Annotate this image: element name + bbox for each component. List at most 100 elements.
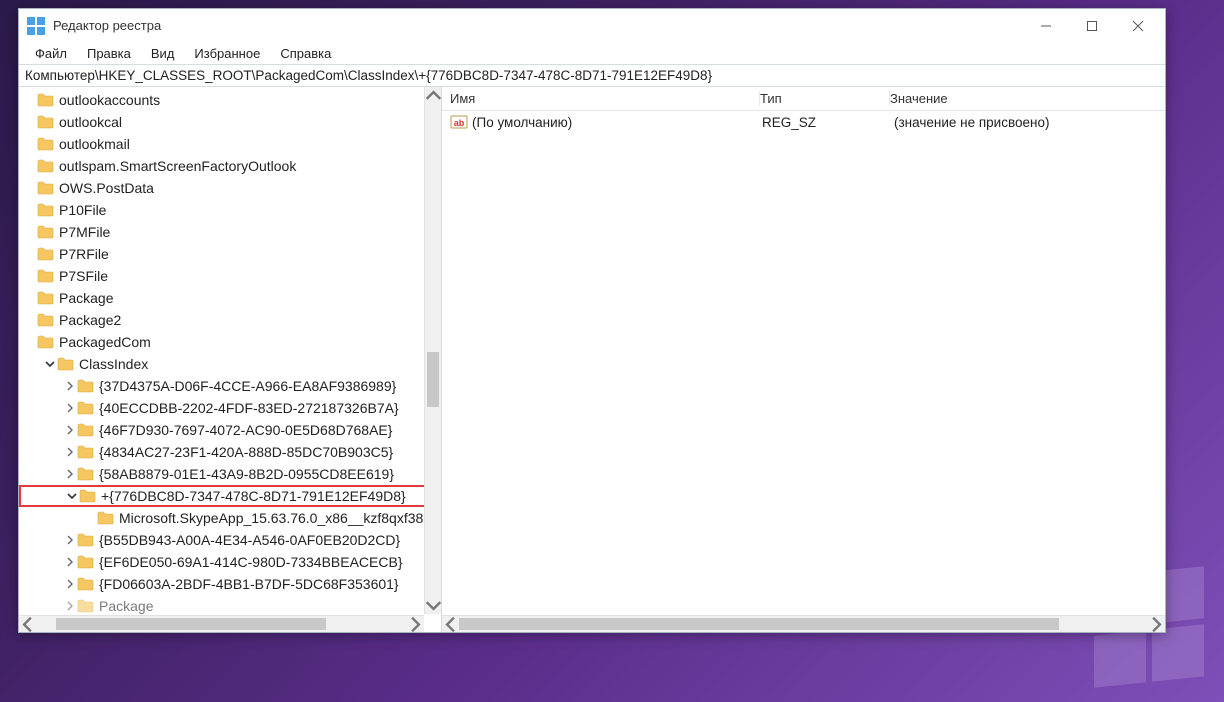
folder-icon bbox=[37, 137, 54, 151]
menubar: Файл Правка Вид Избранное Справка bbox=[19, 42, 1165, 64]
tree-item[interactable]: P7MFile bbox=[19, 221, 441, 243]
close-button[interactable] bbox=[1115, 11, 1161, 41]
chevron-right-icon[interactable] bbox=[63, 401, 77, 415]
chevron-none bbox=[23, 335, 37, 349]
tree-item-label: P7MFile bbox=[59, 224, 110, 240]
tree-item-label: ClassIndex bbox=[79, 356, 148, 372]
tree-item-label: {B55DB943-A00A-4E34-A546-0AF0EB20D2CD} bbox=[99, 532, 400, 548]
tree-item-label: PackagedCom bbox=[59, 334, 151, 350]
tree-item[interactable]: PackagedCom bbox=[19, 331, 441, 353]
scroll-right-arrow-icon[interactable] bbox=[1148, 616, 1165, 633]
folder-icon bbox=[37, 203, 54, 217]
tree-item[interactable]: outlookmail bbox=[19, 133, 441, 155]
folder-icon bbox=[77, 599, 94, 613]
col-data[interactable]: Значение bbox=[890, 91, 1165, 106]
menu-favorites[interactable]: Избранное bbox=[184, 44, 270, 63]
tree-horizontal-scrollbar[interactable] bbox=[19, 615, 424, 632]
tree-vertical-scrollbar[interactable] bbox=[424, 87, 441, 614]
chevron-down-icon[interactable] bbox=[65, 489, 79, 503]
chevron-none bbox=[23, 203, 37, 217]
scroll-down-arrow-icon[interactable] bbox=[425, 597, 442, 614]
scrollbar-thumb[interactable] bbox=[459, 618, 1059, 630]
folder-icon bbox=[77, 555, 94, 569]
menu-edit[interactable]: Правка bbox=[77, 44, 141, 63]
svg-text:ab: ab bbox=[454, 118, 465, 128]
chevron-right-icon[interactable] bbox=[63, 467, 77, 481]
tree-item[interactable]: {4834AC27-23F1-420A-888D-85DC70B903C5} bbox=[19, 441, 441, 463]
tree-item[interactable]: {EF6DE050-69A1-414C-980D-7334BBEACECB} bbox=[19, 551, 441, 573]
regedit-icon bbox=[27, 17, 45, 35]
chevron-right-icon[interactable] bbox=[63, 423, 77, 437]
tree-item[interactable]: +{776DBC8D-7347-478C-8D71-791E12EF49D8} bbox=[19, 485, 441, 507]
chevron-none bbox=[23, 225, 37, 239]
chevron-none bbox=[23, 181, 37, 195]
chevron-right-icon[interactable] bbox=[63, 445, 77, 459]
tree-item[interactable]: Microsoft.SkypeApp_15.63.76.0_x86__kzf8q… bbox=[19, 507, 441, 529]
value-data: (значение не присвоено) bbox=[894, 115, 1049, 130]
tree-item[interactable]: outlookcal bbox=[19, 111, 441, 133]
chevron-right-icon[interactable] bbox=[63, 599, 77, 613]
chevron-down-icon[interactable] bbox=[43, 357, 57, 371]
tree-item[interactable]: {40ECCDBB-2202-4FDF-83ED-272187326B7A} bbox=[19, 397, 441, 419]
tree-item-label: {40ECCDBB-2202-4FDF-83ED-272187326B7A} bbox=[99, 400, 399, 416]
col-type[interactable]: Тип bbox=[760, 91, 890, 106]
tree-item[interactable]: outlookaccounts bbox=[19, 89, 441, 111]
chevron-right-icon[interactable] bbox=[63, 379, 77, 393]
scrollbar-thumb[interactable] bbox=[427, 352, 439, 407]
window-title: Редактор реестра bbox=[53, 18, 1023, 33]
tree-item[interactable]: Package bbox=[19, 287, 441, 309]
col-name[interactable]: Имя bbox=[450, 91, 760, 106]
tree-item-label: OWS.PostData bbox=[59, 180, 154, 196]
tree-item[interactable]: ClassIndex bbox=[19, 353, 441, 375]
menu-view[interactable]: Вид bbox=[141, 44, 185, 63]
tree-item-label: {FD06603A-2BDF-4BB1-B7DF-5DC68F353601} bbox=[99, 576, 399, 592]
scroll-right-arrow-icon[interactable] bbox=[407, 616, 424, 632]
address-bar[interactable]: Компьютер\HKEY_CLASSES_ROOT\PackagedCom\… bbox=[19, 64, 1165, 87]
folder-icon bbox=[37, 247, 54, 261]
tree-item-label: Package bbox=[59, 290, 113, 306]
scroll-up-arrow-icon[interactable] bbox=[425, 87, 442, 104]
chevron-none bbox=[23, 269, 37, 283]
folder-icon bbox=[77, 445, 94, 459]
tree-item[interactable]: P10File bbox=[19, 199, 441, 221]
folder-icon bbox=[37, 225, 54, 239]
titlebar: Редактор реестра bbox=[19, 9, 1165, 42]
chevron-right-icon[interactable] bbox=[63, 533, 77, 547]
folder-icon bbox=[77, 401, 94, 415]
tree-panel: outlookaccounts outlookcal outlookmail outl… bbox=[19, 87, 442, 632]
tree-item[interactable]: P7RFile bbox=[19, 243, 441, 265]
folder-icon bbox=[57, 357, 74, 371]
menu-file[interactable]: Файл bbox=[25, 44, 77, 63]
scrollbar-thumb[interactable] bbox=[56, 618, 326, 630]
tree-item[interactable]: Package2 bbox=[19, 309, 441, 331]
tree-item-label: Package bbox=[99, 598, 153, 614]
scroll-left-arrow-icon[interactable] bbox=[442, 616, 459, 633]
value-row[interactable]: ab (По умолчанию) REG_SZ (значение не пр… bbox=[442, 111, 1165, 133]
tree-item-label: Package2 bbox=[59, 312, 121, 328]
tree-item-label: outlookcal bbox=[59, 114, 122, 130]
folder-icon bbox=[77, 423, 94, 437]
chevron-right-icon[interactable] bbox=[63, 577, 77, 591]
tree-item[interactable]: {58AB8879-01E1-43A9-8B2D-0955CD8EE619} bbox=[19, 463, 441, 485]
folder-icon bbox=[37, 291, 54, 305]
tree-item[interactable]: Package bbox=[19, 595, 441, 617]
tree-item[interactable]: {46F7D930-7697-4072-AC90-0E5D68D768AE} bbox=[19, 419, 441, 441]
tree-item-label: +{776DBC8D-7347-478C-8D71-791E12EF49D8} bbox=[101, 488, 406, 504]
regedit-window: Редактор реестра Файл Правка Вид Избранн… bbox=[18, 8, 1166, 633]
values-horizontal-scrollbar[interactable] bbox=[442, 615, 1165, 632]
tree-item[interactable]: {37D4375A-D06F-4CCE-A966-EA8AF9386989} bbox=[19, 375, 441, 397]
tree-item[interactable]: {B55DB943-A00A-4E34-A546-0AF0EB20D2CD} bbox=[19, 529, 441, 551]
menu-help[interactable]: Справка bbox=[270, 44, 341, 63]
tree-item-label: {4834AC27-23F1-420A-888D-85DC70B903C5} bbox=[99, 444, 393, 460]
scroll-left-arrow-icon[interactable] bbox=[19, 616, 36, 632]
chevron-right-icon[interactable] bbox=[63, 555, 77, 569]
folder-icon bbox=[77, 533, 94, 547]
maximize-button[interactable] bbox=[1069, 11, 1115, 41]
tree-item[interactable]: P7SFile bbox=[19, 265, 441, 287]
tree-item-label: outlspam.SmartScreenFactoryOutlook bbox=[59, 158, 296, 174]
tree-item[interactable]: {FD06603A-2BDF-4BB1-B7DF-5DC68F353601} bbox=[19, 573, 441, 595]
minimize-button[interactable] bbox=[1023, 11, 1069, 41]
tree-item[interactable]: outlspam.SmartScreenFactoryOutlook bbox=[19, 155, 441, 177]
tree-item[interactable]: OWS.PostData bbox=[19, 177, 441, 199]
folder-icon bbox=[37, 159, 54, 173]
